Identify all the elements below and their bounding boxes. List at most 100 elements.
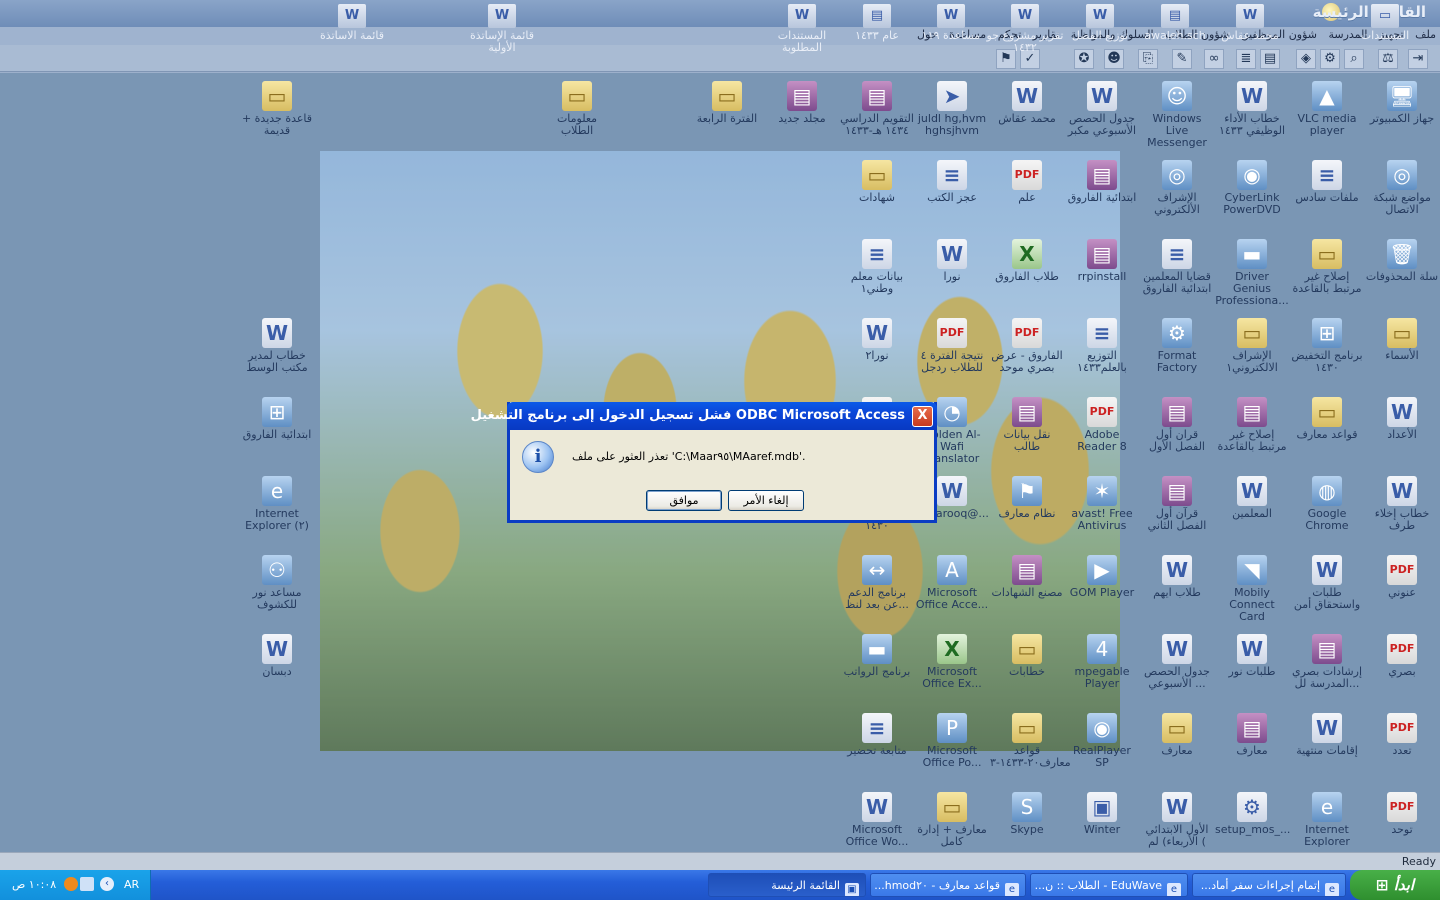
desktop-icon[interactable]: W نورا٢ [840,318,914,362]
top-icon-documents[interactable]: ▭ المستندات [1340,2,1430,42]
desktop-icon[interactable]: A Microsoft Office Acce... [915,555,989,611]
language-indicator[interactable]: AR [124,878,139,891]
start-button[interactable]: ⊞ ابدأ [1350,870,1440,900]
taskbar-item-eduwave[interactable]: eEduWave - الطلاب :: ن... [1030,873,1188,897]
desktop-icon[interactable]: e Internet Explorer [1290,792,1364,848]
desktop-icon[interactable]: ⊞ برنامج التخفيض ١٤٣٠ [1290,318,1364,374]
desktop-icon[interactable]: PDF تعدد [1365,713,1439,757]
desktop-icon[interactable]: PDF عنوني [1365,555,1439,599]
desktop-icon[interactable]: P Microsoft Office Po... [915,713,989,769]
desktop-icon[interactable]: PDF بصري [1365,634,1439,678]
desktop-icon[interactable]: W نورا [915,239,989,283]
desktop-icon[interactable]: ▲ VLC media player [1290,81,1364,137]
desktop-icon[interactable]: ◉ RealPlayer SP [1065,713,1139,769]
desktop-icon[interactable]: ▭ شهادات [840,160,914,204]
taskbar-item-maaref[interactable]: eقواعد معارف - hmod٢٠... [870,873,1026,897]
desktop-icon[interactable]: W خطاب إخلاء طرف [1365,476,1439,532]
desktop-icon[interactable]: ☺ Windows Live Messenger [1140,81,1214,149]
desktop-icon[interactable]: W محمد عقاش [990,81,1064,125]
desktop-icon[interactable]: ▭ قواعد معارف٢٠-١٤٣٣-٣ [990,713,1071,769]
top-icon-8[interactable]: W قائمة الإساتذة الأولية [457,2,547,54]
desktop-icon[interactable]: ⊞ ابتدائية الفاروق [240,397,314,441]
cancel-button[interactable]: إلغاء الأمر [728,490,804,511]
desktop-icon[interactable]: ▤ rrpinstall [1065,239,1139,283]
ok-button[interactable]: موافق [646,490,722,511]
desktop-icon[interactable]: ◎ الإشراف الألكتروني [1140,160,1214,216]
desktop-icon[interactable]: 🗑 سلة المحذوفات [1365,239,1439,283]
desktop-icon[interactable]: ▤ مصنع الشهادات [990,555,1064,599]
desktop-icon[interactable]: PDF الفاروق - عرض بصري موحد [990,318,1064,374]
desktop-icon[interactable]: W الأعداد [1365,397,1439,441]
desktop-icon[interactable]: ▬ برنامج الرواتب [840,634,914,678]
desktop-icon[interactable]: ⚇ مساعد نور للكشوف [240,555,314,611]
desktop-icon[interactable]: ≡ ملفات سادس [1290,160,1364,204]
desktop-icon[interactable]: W جدول الحصص الأسبوعي مكبر [1065,81,1139,137]
taskbar-item-travel[interactable]: eإتمام إجراءات سفر أماد... [1192,873,1346,897]
desktop-icon[interactable]: PDF علم [990,160,1064,204]
desktop-icon[interactable]: ✶ avast! Free Antivirus [1065,476,1139,532]
report-icon[interactable]: ▤ [1260,49,1280,69]
desktop-icon[interactable]: ◎ مواضع شبكة الاتصال [1365,160,1439,216]
desktop-icon[interactable]: ≡ عجز الكتب [915,160,989,204]
desktop-icon[interactable]: ▭ معلومات الطلاب [540,81,614,137]
firefox-icon[interactable] [64,877,78,891]
desktop-icon[interactable]: PDF توحد [1365,792,1439,836]
desktop-icon[interactable]: PDF نتيجة الفترة ٤ للطلاب ردجل [915,318,989,374]
desktop-icon[interactable]: ↔ برنامج الدعم عن بعد لنظ... [840,555,914,611]
desktop-icon[interactable]: ▤ ابتدائية الفاروق [1065,160,1139,204]
expand-tray-icon[interactable]: ‹ [100,877,114,891]
link-icon[interactable]: ∞ [1204,49,1224,69]
desktop-icon[interactable]: S Skype [990,792,1064,836]
desktop-icon[interactable]: W دبسان [240,634,314,678]
desktop-icon[interactable]: ◥ Mobily Connect Card [1215,555,1289,623]
list-icon[interactable]: ≣ [1236,49,1256,69]
star-icon[interactable]: ✪ [1074,49,1094,69]
taskbar-item-main-menu[interactable]: ▣القائمة الرئيسة [708,873,866,897]
desktop-icon[interactable]: 🖥 جهاز الكمبيوتر [1365,81,1439,125]
desktop-icon[interactable]: W المعلمين [1215,476,1289,520]
desktop-icon[interactable]: ▭ معارف + إدارة كامل [915,792,989,848]
desktop-icon[interactable]: ▤ معارف [1215,713,1289,757]
desktop-icon[interactable]: ▭ إصلاح غير مرتبط بالقاعدة [1290,239,1364,295]
desktop-icon[interactable]: W Microsoft Office Wo... [840,792,914,848]
desktop-icon[interactable]: PDF Adobe Reader 8 [1065,397,1139,453]
desktop-icon[interactable]: ⚙ setup_mos_... [1215,792,1290,836]
desktop-icon[interactable]: ⚑ نظام معارف [990,476,1064,520]
desktop-icon[interactable]: ▭ قواعد معارف [1290,397,1364,441]
desktop-icon[interactable]: W طلاب ايهم [1140,555,1214,599]
desktop-icon[interactable]: ▤ مجلد جديد [765,81,839,125]
desktop-icon[interactable]: ▶ GOM Player [1065,555,1139,599]
desktop-icon[interactable]: W خطاب لمدير مكتب الوسط [240,318,314,374]
desktop-icon[interactable]: ≡ التوزيع بالعلم١٤٣٣ [1065,318,1139,374]
shield-icon[interactable]: ◈ [1296,49,1316,69]
desktop-icon[interactable]: W الأول الابتدائي الأربعاء) لم ( [1140,792,1214,848]
desktop-icon[interactable]: e Internet Explorer (٢) [240,476,314,532]
desktop-icon[interactable]: ▤ التقويم الدراسي ١٤٣٤ هـ-١٤٣٣ [840,81,914,137]
desktop-icon[interactable]: ▤ قران أول الفصل الأول [1140,397,1214,453]
network-icon[interactable] [80,877,94,891]
desktop-icon[interactable]: ▭ خطابات [990,634,1064,678]
desktop-icon[interactable]: W طلبات نور [1215,634,1289,678]
desktop-icon[interactable]: ▣ Winter [1065,792,1139,836]
desktop-icon[interactable]: ▤ نقل بيانات طالب [990,397,1064,453]
desktop-icon[interactable]: ▭ + قاعدة جديدة قديمة [240,81,314,137]
desktop-icon[interactable]: X Microsoft Office Ex... [915,634,989,690]
desktop-icon[interactable]: W طلبات واستحقاق أمن [1290,555,1364,611]
desktop-icon[interactable]: ≡ قضايا المعلمين ابتدائية الفاروق [1140,239,1214,295]
clock[interactable]: ١٠:٠٨ ص [12,878,56,891]
desktop-icon[interactable]: ≡ بيانات معلم وطني١ [840,239,914,295]
dialog-titlebar[interactable]: ODBC Microsoft Access فشل تسجيل الدخول إ… [471,402,937,430]
settings-icon[interactable]: ⚙ [1320,49,1340,69]
desktop-icon[interactable]: X طلاب الفاروق [990,239,1064,283]
setup-icon[interactable]: ⚖ [1378,49,1398,69]
top-icon-7[interactable]: W المستندات المطلوبة [757,2,847,54]
desktop-icon[interactable]: ➤ juldl hg,hvm hghsjhvm [915,81,989,137]
desktop-icon[interactable]: ▤ إرشادات بصري المدرسة لل... [1290,634,1364,690]
desktop-icon[interactable]: W خطاب الأداء الوظيفي ١٤٣٣ [1215,81,1289,137]
desktop-icon[interactable]: ▤ إصلاح غير مرتبط بالقاعدة [1215,397,1289,453]
desktop-icon[interactable]: ▭ الإشراف الالكتروني١ [1215,318,1289,374]
desktop-icon[interactable]: ▤ قرآن أول الفصل الثاني [1140,476,1214,532]
close-icon[interactable]: X [912,406,933,427]
desktop-icon[interactable]: 4 mpegable Player [1065,634,1139,690]
desktop-icon[interactable]: ⚙ Format Factory [1140,318,1214,374]
